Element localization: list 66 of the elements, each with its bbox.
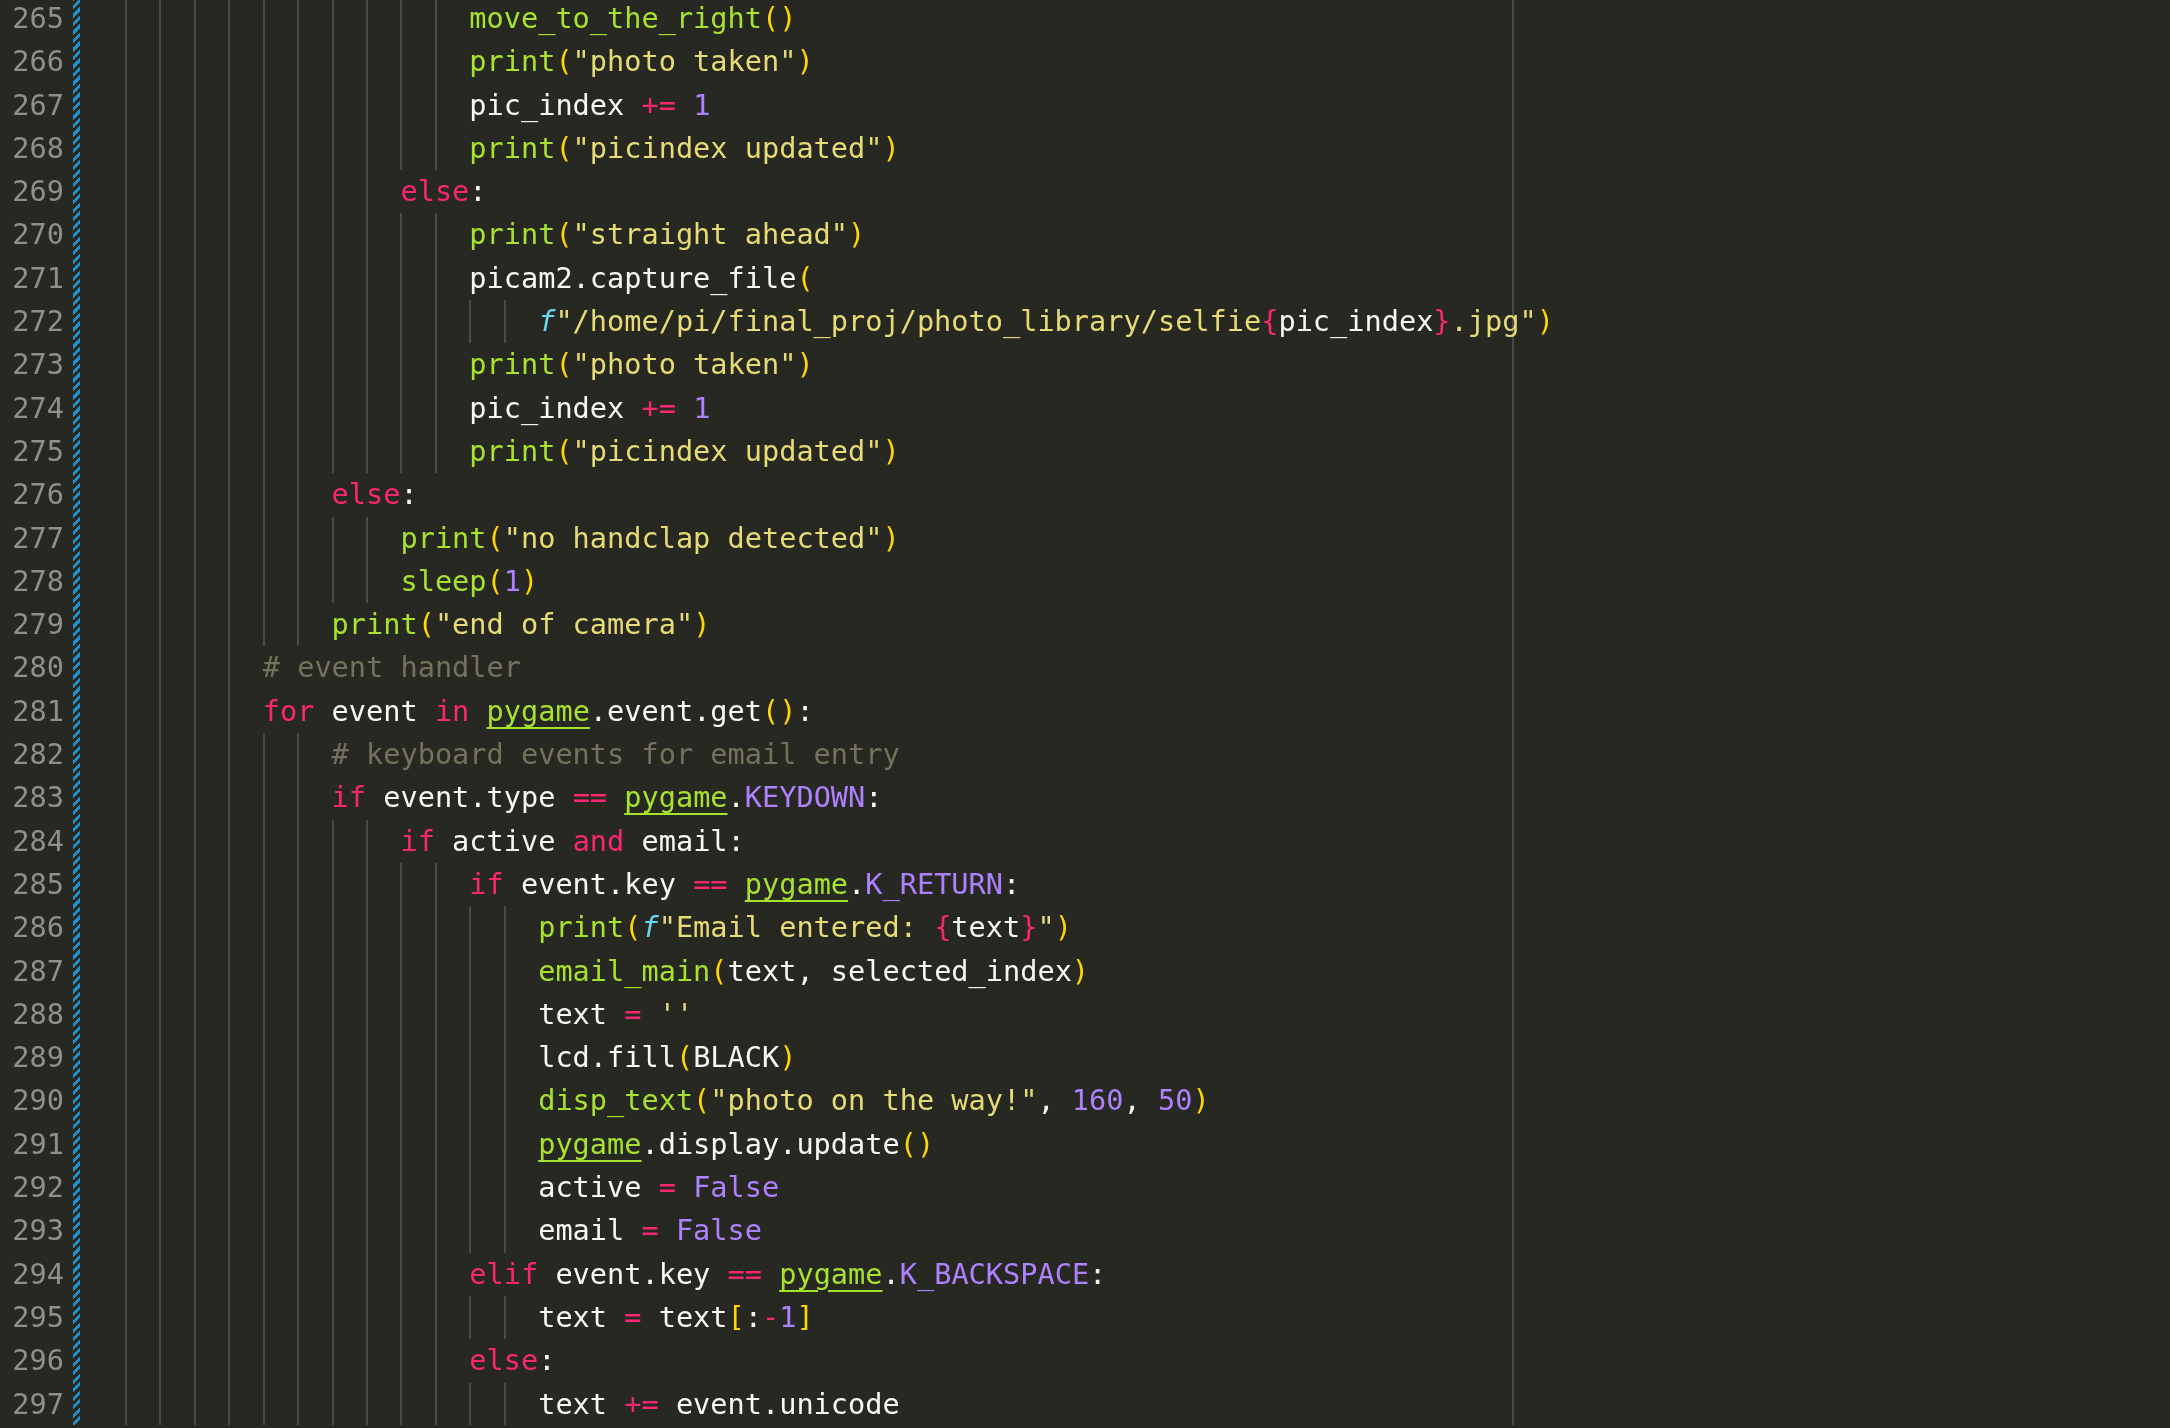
- code-line: text = text[:-1]: [125, 1295, 2170, 1340]
- line-number: 280: [11, 649, 64, 687]
- line-number: 281: [11, 692, 64, 730]
- code-line: else:: [125, 1339, 2170, 1383]
- code-line: elif event.key == pygame.K_BACKSPACE:: [125, 1252, 2170, 1296]
- line-number: 275: [11, 432, 64, 470]
- line-number: 267: [11, 86, 64, 124]
- code-line: f"/home/pi/final_proj/photo_library/selfie{pic_index}.jpg"): [125, 300, 2170, 344]
- code-line: print("picindex updated"): [125, 429, 2170, 474]
- code-line: print("no handclap detected"): [125, 516, 2170, 560]
- code-line: active = False: [125, 1166, 2170, 1210]
- line-number: 297: [11, 1385, 64, 1423]
- code-line: lcd.fill(BLACK): [125, 1036, 2170, 1080]
- code-line: pygame.display.update(): [125, 1122, 2170, 1166]
- code-line: else:: [125, 170, 2170, 214]
- line-number: 269: [11, 173, 64, 211]
- line-number: 283: [11, 779, 64, 817]
- line-number: 278: [11, 562, 64, 600]
- code-line: for event in pygame.event.get():: [125, 689, 2170, 734]
- line-number: 273: [11, 346, 64, 384]
- code-line: # event handler: [125, 646, 2170, 690]
- line-number: 270: [11, 216, 64, 254]
- line-number: 266: [11, 43, 64, 81]
- code-line: print("picindex updated"): [125, 126, 2170, 171]
- code-line: disp_text("photo on the way!", 160, 50): [125, 1079, 2170, 1123]
- code-line: print("photo taken"): [125, 40, 2170, 84]
- line-number: 276: [11, 476, 64, 514]
- line-number: 296: [11, 1342, 64, 1380]
- line-number: 272: [11, 303, 64, 341]
- code-line: text += event.unicode: [125, 1382, 2170, 1425]
- line-number: 295: [11, 1298, 64, 1336]
- line-number: 271: [11, 259, 64, 297]
- line-number: 286: [11, 909, 64, 947]
- line-number: 274: [11, 389, 64, 427]
- line-number: 285: [11, 865, 64, 903]
- code-line: print("straight ahead"): [125, 213, 2170, 257]
- line-number: 294: [11, 1255, 64, 1293]
- code-line: # keyboard events for email entry: [125, 733, 2170, 777]
- code-line: pic_index += 1: [125, 386, 2170, 430]
- code-line: email = False: [125, 1209, 2170, 1253]
- line-number: 291: [11, 1125, 64, 1163]
- line-number: 282: [11, 736, 64, 774]
- line-number: 293: [11, 1212, 64, 1250]
- code-line: move_to_the_right(): [125, 0, 2170, 41]
- code-line: if event.key == pygame.K_RETURN:: [125, 862, 2170, 907]
- code-line: sleep(1): [125, 559, 2170, 604]
- line-number: 287: [11, 952, 64, 990]
- code-line: text = '': [125, 992, 2170, 1037]
- code-line: email_main(text, selected_index): [125, 949, 2170, 993]
- line-number: 292: [11, 1169, 64, 1206]
- code-line: else:: [125, 473, 2170, 517]
- line-number: 289: [11, 1039, 64, 1077]
- code-line: print(f"Email entered: {text}"): [125, 906, 2170, 950]
- code-line: picam2.capture_file(: [125, 256, 2170, 301]
- code-line: print("end of camera"): [125, 603, 2170, 647]
- code-line: print("photo taken"): [125, 343, 2170, 387]
- line-number: 288: [11, 995, 64, 1033]
- code-line: if active and email:: [125, 819, 2170, 863]
- code-line: pic_index += 1: [125, 83, 2170, 127]
- line-number: 265: [11, 0, 64, 37]
- code-line: if event.type == pygame.KEYDOWN:: [125, 776, 2170, 820]
- line-number: 279: [11, 606, 64, 644]
- line-number: 290: [11, 1082, 64, 1120]
- line-number: 284: [11, 822, 64, 860]
- line-number: 277: [11, 519, 64, 557]
- line-number: 268: [11, 129, 64, 167]
